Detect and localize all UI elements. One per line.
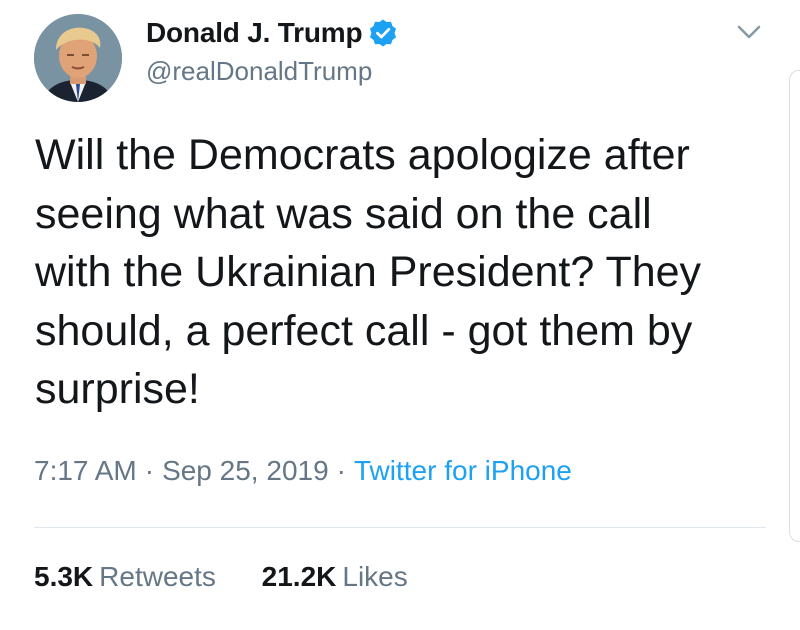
scrollbar[interactable] [789,70,800,542]
engagement-stats: 5.3K Retweets 21.2K Likes [34,561,408,593]
retweets-count: 5.3K [34,561,94,592]
tweet-text: Will the Democrats apologize after seein… [35,131,702,413]
tweet-source-link[interactable]: Twitter for iPhone [354,455,572,486]
display-name[interactable]: Donald J. Trump [146,17,363,49]
tweet-meta: 7:17 AM · Sep 25, 2019 · Twitter for iPhone [34,455,572,487]
divider [34,527,766,528]
chevron-down-icon[interactable] [734,20,764,44]
author-handle[interactable]: @realDonaldTrump [146,56,398,87]
retweets-label: Retweets [99,561,216,592]
author-header: Donald J. Trump @realDonaldTrump [146,16,398,87]
retweets-stat[interactable]: 5.3K Retweets [34,561,216,593]
likes-count: 21.2K [261,561,337,592]
meta-separator: · [336,455,346,486]
likes-stat[interactable]: 21.2K Likes [262,561,408,593]
tweet-time: 7:17 AM [34,455,137,486]
name-row: Donald J. Trump [146,16,398,50]
likes-label: Likes [342,561,408,592]
avatar[interactable] [34,14,122,102]
meta-separator: · [144,455,155,486]
verified-badge-icon [368,18,398,48]
tweet-detail: Donald J. Trump @realDonaldTrump Will th… [0,0,800,630]
tweet-date[interactable]: Sep 25, 2019 [162,455,329,486]
